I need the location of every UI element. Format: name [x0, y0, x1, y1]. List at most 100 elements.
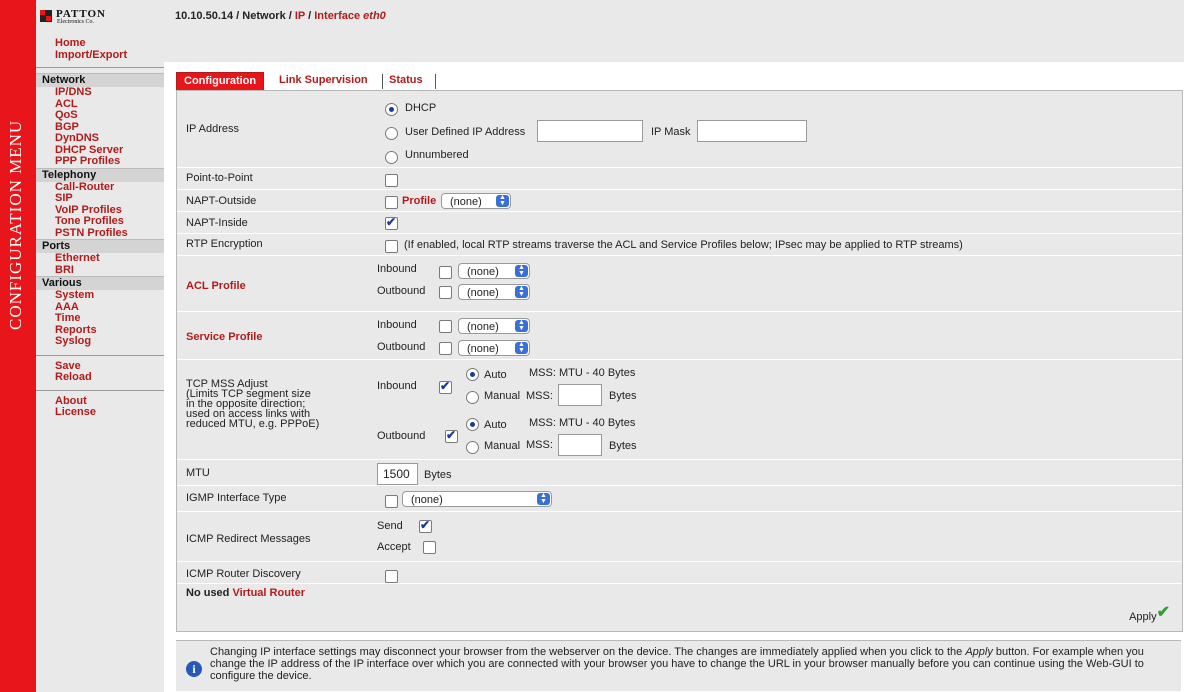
info-message: Changing IP interface settings may disco…	[210, 646, 1144, 682]
ip-mask-label: IP Mask	[651, 126, 691, 138]
logo-sub: Electronics Co.	[57, 19, 94, 25]
service-inbound-select[interactable]: (none) ▲ ▼	[458, 318, 530, 334]
napt-inside-label: NAPT-Inside	[186, 217, 248, 229]
napt-outside-checkbox[interactable]	[385, 196, 398, 209]
acl-inbound-select[interactable]: (none) ▲ ▼	[458, 263, 530, 279]
mss-outbound-manual-radio[interactable]	[466, 441, 479, 454]
ip-address-input[interactable]	[537, 120, 643, 142]
nav-header-various: Various	[36, 276, 164, 290]
nav-system[interactable]: System	[36, 289, 164, 302]
rtp-note: (If enabled, local RTP streams traverse …	[404, 239, 963, 251]
igmp-select[interactable]: (none) ▲ ▼	[402, 491, 552, 507]
service-profile-link[interactable]: Service Profile	[186, 331, 262, 343]
mss-inbound-manual-radio[interactable]	[466, 391, 479, 404]
tab-configuration[interactable]: Configuration	[176, 72, 265, 92]
patton-logo-icon	[40, 10, 52, 22]
icmp-accept-checkbox[interactable]	[423, 541, 436, 554]
apply-button[interactable]: Apply✔	[1129, 604, 1170, 625]
service-outbound-label: Outbound	[377, 341, 426, 353]
napt-profile-link[interactable]: Profile	[402, 195, 436, 207]
rtp-checkbox[interactable]	[385, 240, 398, 253]
tab-link-supervision[interactable]: Link Supervision	[279, 72, 368, 90]
icmp-router-checkbox[interactable]	[385, 570, 398, 583]
nav-license[interactable]: License	[36, 406, 164, 419]
mtu-input[interactable]: 1500	[377, 463, 418, 485]
nav-syslog[interactable]: Syslog	[36, 335, 164, 348]
service-outbound-checkbox[interactable]	[439, 342, 452, 355]
config-form: IP Address DHCP User Defined IP Address …	[176, 90, 1183, 632]
tcp-mss-label: TCP MSS Adjust (Limits TCP segment size …	[186, 378, 320, 430]
sidebar: PATTON Electronics Co. Home Import/Expor…	[36, 0, 164, 692]
rtp-label: RTP Encryption	[186, 238, 263, 250]
unnumbered-label: Unnumbered	[405, 149, 469, 161]
nav-ppp-profiles[interactable]: PPP Profiles	[36, 155, 164, 168]
ip-mask-input[interactable]	[697, 120, 807, 142]
breadcrumb-iface-name: eth0	[363, 10, 386, 22]
mss-inbound-input[interactable]	[558, 384, 602, 406]
nav-ethernet[interactable]: Ethernet	[36, 252, 164, 265]
mss-inbound-auto-radio[interactable]	[466, 368, 479, 381]
row-icmp-router-discovery: ICMP Router Discovery	[177, 561, 1182, 584]
tab-status[interactable]: Status	[389, 72, 423, 90]
select-arrows-icon: ▲ ▼	[537, 492, 550, 505]
mss-outbound-input[interactable]	[558, 434, 602, 456]
virtual-router-link[interactable]: Virtual Router	[232, 587, 305, 599]
nav-bri[interactable]: BRI	[36, 264, 164, 277]
mss-inbound-checkbox[interactable]	[439, 379, 452, 394]
mss-outbound-auto-note: MSS: MTU - 40 Bytes	[529, 417, 636, 429]
dhcp-label: DHCP	[405, 102, 437, 114]
select-arrows-icon: ▲ ▼	[515, 264, 528, 277]
service-inbound-label: Inbound	[377, 319, 417, 331]
nav-time[interactable]: Time	[36, 312, 164, 325]
breadcrumb-network[interactable]: Network	[242, 10, 285, 22]
nav-dyndns[interactable]: DynDNS	[36, 132, 164, 145]
acl-inbound-checkbox[interactable]	[439, 266, 452, 279]
mss-outbound-checkbox[interactable]	[445, 428, 458, 443]
row-igmp: IGMP Interface Type (none) ▲ ▼	[177, 485, 1182, 512]
row-acl-profile: ACL Profile Inbound (none) ▲ ▼ Outbound (n…	[177, 255, 1182, 302]
ptp-label: Point-to-Point	[186, 172, 253, 184]
acl-outbound-checkbox[interactable]	[439, 286, 452, 299]
nav-pstn-profiles[interactable]: PSTN Profiles	[36, 227, 164, 240]
service-outbound-select[interactable]: (none) ▲ ▼	[458, 340, 530, 356]
info-box: i Changing IP interface settings may dis…	[176, 640, 1181, 691]
virtual-router-text: No used Virtual Router	[186, 587, 305, 599]
mtu-unit: Bytes	[424, 469, 452, 481]
select-arrows-icon: ▲ ▼	[496, 194, 509, 207]
select-arrows-icon: ▲ ▼	[515, 341, 528, 354]
napt-inside-checkbox[interactable]	[385, 215, 398, 230]
icmp-redirect-label: ICMP Redirect Messages	[186, 533, 311, 545]
row-mtu: MTU 1500 Bytes	[177, 459, 1182, 486]
nav-reload[interactable]: Reload	[36, 371, 164, 384]
dhcp-radio[interactable]	[385, 103, 398, 116]
breadcrumb-ip[interactable]: IP	[295, 10, 305, 22]
row-icmp-redirect: ICMP Redirect Messages Send Accept	[177, 511, 1182, 562]
napt-profile-select[interactable]: (none) ▲ ▼	[441, 193, 511, 209]
nav-header-ports: Ports	[36, 239, 164, 253]
row-rtp-encryption: RTP Encryption (If enabled, local RTP st…	[177, 233, 1182, 256]
nav-home[interactable]: Home	[36, 37, 164, 50]
mss-outbound-auto-radio[interactable]	[466, 418, 479, 431]
napt-outside-label: NAPT-Outside	[186, 195, 257, 207]
nav-qos[interactable]: QoS	[36, 109, 164, 122]
ptp-checkbox[interactable]	[385, 174, 398, 187]
acl-outbound-label: Outbound	[377, 285, 426, 297]
user-defined-label: User Defined IP Address	[405, 126, 526, 138]
icmp-accept-label: Accept	[377, 541, 411, 553]
igmp-checkbox[interactable]	[385, 495, 398, 508]
nav-ip-dns[interactable]: IP/DNS	[36, 86, 164, 99]
acl-profile-link[interactable]: ACL Profile	[186, 280, 246, 292]
nav-tone-profiles[interactable]: Tone Profiles	[36, 215, 164, 228]
breadcrumb-host[interactable]: 10.10.50.14	[175, 10, 233, 22]
user-defined-radio[interactable]	[385, 127, 398, 140]
nav-import-export[interactable]: Import/Export	[36, 49, 164, 62]
mtu-label: MTU	[186, 467, 210, 479]
acl-outbound-select[interactable]: (none) ▲ ▼	[458, 284, 530, 300]
unnumbered-radio[interactable]	[385, 151, 398, 164]
acl-inbound-label: Inbound	[377, 263, 417, 275]
service-inbound-checkbox[interactable]	[439, 320, 452, 333]
nav-header-telephony: Telephony	[36, 167, 164, 182]
icmp-send-checkbox[interactable]	[419, 518, 432, 533]
nav-sip[interactable]: SIP	[36, 192, 164, 205]
select-arrows-icon: ▲ ▼	[515, 285, 528, 298]
